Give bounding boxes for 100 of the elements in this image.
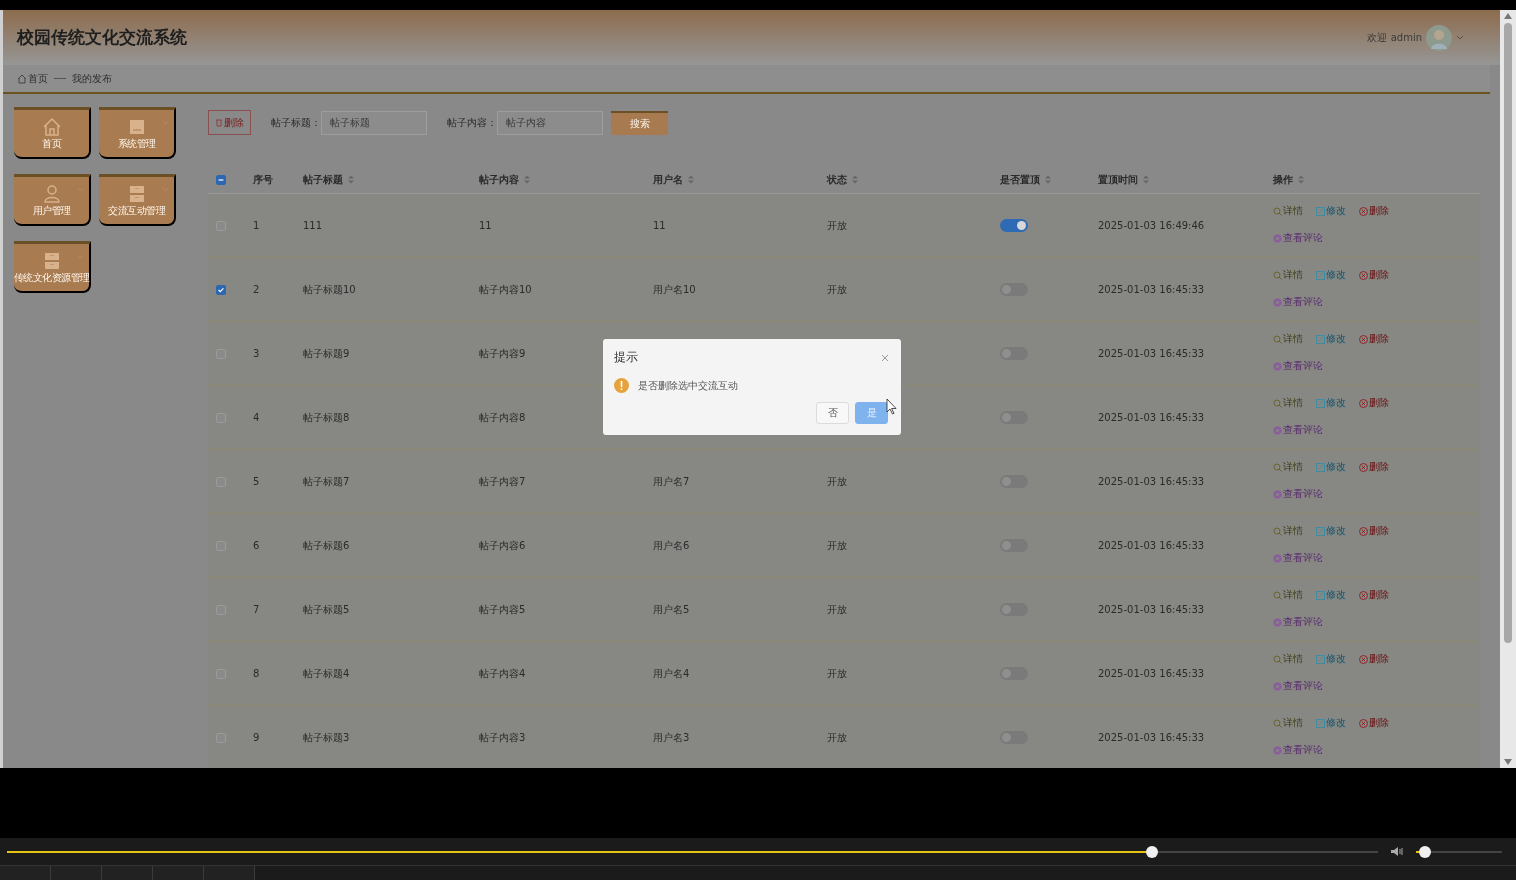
scroll-down-icon[interactable] (1504, 759, 1512, 765)
scroll-thumb[interactable] (1504, 23, 1512, 643)
search-icon (1273, 398, 1282, 408)
avatar-icon[interactable] (1426, 24, 1452, 51)
edit-link[interactable]: 修改 (1316, 588, 1346, 602)
comments-link[interactable]: 查看评论 (1273, 615, 1323, 629)
delete-link[interactable]: 删除 (1359, 588, 1389, 602)
edit-link[interactable]: 修改 (1316, 332, 1346, 346)
table-cell: 帖子标题4 (303, 667, 350, 679)
player-button[interactable] (153, 866, 204, 880)
detail-link[interactable]: 详情 (1273, 524, 1303, 538)
comments-link[interactable]: 查看评论 (1273, 231, 1323, 245)
delete-link[interactable]: 删除 (1359, 652, 1389, 666)
delete-link[interactable]: 删除 (1359, 396, 1389, 410)
trash-icon (215, 118, 223, 127)
edit-link[interactable]: 修改 (1316, 204, 1346, 218)
edit-icon (1316, 654, 1325, 664)
edit-link[interactable]: 修改 (1316, 460, 1346, 474)
sidebar-menu-tile[interactable]: 首页 (14, 107, 91, 159)
comments-link[interactable]: 查看评论 (1273, 295, 1323, 309)
checkbox[interactable] (216, 174, 226, 185)
edit-link[interactable]: 修改 (1316, 716, 1346, 730)
speaker-icon[interactable] (1390, 846, 1404, 857)
warning-icon (614, 378, 629, 393)
sidebar-menu-tile[interactable]: 用户管理 (14, 174, 91, 226)
player-button[interactable] (0, 866, 51, 880)
sort-icon[interactable] (688, 175, 694, 184)
edit-link[interactable]: 修改 (1316, 524, 1346, 538)
close-circle-icon (1359, 206, 1368, 216)
detail-link[interactable]: 详情 (1273, 204, 1303, 218)
detail-link[interactable]: 详情 (1273, 396, 1303, 410)
sort-icon[interactable] (524, 175, 530, 184)
detail-link[interactable]: 详情 (1273, 460, 1303, 474)
table-cell: 2025-01-03 16:49:46 (1098, 220, 1205, 231)
delete-link[interactable]: 删除 (1359, 716, 1389, 730)
table-cell: 7 (253, 604, 260, 615)
table-cell: 5 (253, 476, 260, 487)
comments-link[interactable]: 查看评论 (1273, 487, 1323, 501)
table-cell: 开放 (827, 219, 847, 231)
delete-link[interactable]: 删除 (1359, 204, 1389, 218)
table-cell: 用户名7 (653, 475, 690, 487)
detail-link[interactable]: 详情 (1273, 268, 1303, 282)
checkbox[interactable] (216, 284, 226, 295)
scrollbar[interactable] (1500, 10, 1516, 768)
comments-link[interactable]: 查看评论 (1273, 743, 1323, 757)
delete-link[interactable]: 删除 (1359, 524, 1389, 538)
sort-icon[interactable] (1143, 175, 1149, 184)
scroll-up-icon[interactable] (1504, 13, 1512, 19)
detail-link[interactable]: 详情 (1273, 332, 1303, 346)
home-icon (41, 116, 62, 137)
search-button[interactable]: 搜索 (611, 110, 668, 135)
breadcrumb-link[interactable]: 我的发布 (72, 71, 112, 86)
edit-link[interactable]: 修改 (1316, 268, 1346, 282)
delete-link[interactable]: 删除 (1359, 332, 1389, 346)
close-icon[interactable] (881, 353, 889, 362)
table-cell: 帖子内容10 (479, 283, 532, 295)
comments-link[interactable]: 查看评论 (1273, 679, 1323, 693)
breadcrumb-link[interactable]: 首页 (28, 71, 48, 86)
cursor-icon (886, 398, 897, 415)
sort-icon[interactable] (1045, 175, 1051, 184)
detail-link[interactable]: 详情 (1273, 716, 1303, 730)
slider-thumb[interactable] (1145, 845, 1158, 858)
sort-icon[interactable] (852, 175, 858, 184)
table-cell: 帖子标题3 (303, 731, 350, 743)
delete-button[interactable]: 删除 (208, 110, 251, 135)
search-field[interactable]: 帖子内容 (497, 110, 603, 135)
caret-icon[interactable] (1456, 34, 1464, 41)
volume-slider[interactable] (1416, 845, 1502, 858)
confirm-button[interactable]: 是 (855, 402, 888, 424)
player-button[interactable] (102, 866, 153, 880)
search-field[interactable]: 帖子标题 (321, 110, 427, 135)
player-button[interactable] (51, 866, 102, 880)
edit-link[interactable]: 修改 (1316, 396, 1346, 410)
comments-link[interactable]: 查看评论 (1273, 359, 1323, 373)
column-header: 置顶时间 (1098, 172, 1138, 187)
search-icon (1273, 718, 1282, 728)
delete-link[interactable]: 删除 (1359, 268, 1389, 282)
table-cell: 帖子内容9 (479, 347, 526, 359)
detail-link[interactable]: 详情 (1273, 588, 1303, 602)
sidebar-menu-tile[interactable]: 交流互动管理 (99, 174, 176, 226)
sidebar-menu-tile[interactable]: 系统管理 (99, 107, 176, 159)
player-button[interactable] (204, 866, 255, 880)
edit-icon (1316, 398, 1325, 408)
sort-icon[interactable] (348, 175, 354, 184)
slider-thumb[interactable] (1418, 845, 1431, 858)
close-circle-icon (1359, 590, 1368, 600)
gear-icon (1273, 297, 1282, 307)
delete-link[interactable]: 删除 (1359, 460, 1389, 474)
table-cell: 开放 (827, 539, 847, 551)
detail-link[interactable]: 详情 (1273, 652, 1303, 666)
toggle-switch[interactable] (1000, 219, 1028, 232)
comments-link[interactable]: 查看评论 (1273, 423, 1323, 437)
column-header: 用户名 (653, 172, 683, 187)
sort-icon[interactable] (1298, 175, 1304, 184)
progress-slider[interactable] (7, 845, 1378, 858)
home-icon (17, 73, 27, 84)
gear-icon (1273, 233, 1282, 243)
comments-link[interactable]: 查看评论 (1273, 551, 1323, 565)
cancel-button[interactable]: 否 (816, 402, 849, 424)
edit-link[interactable]: 修改 (1316, 652, 1346, 666)
